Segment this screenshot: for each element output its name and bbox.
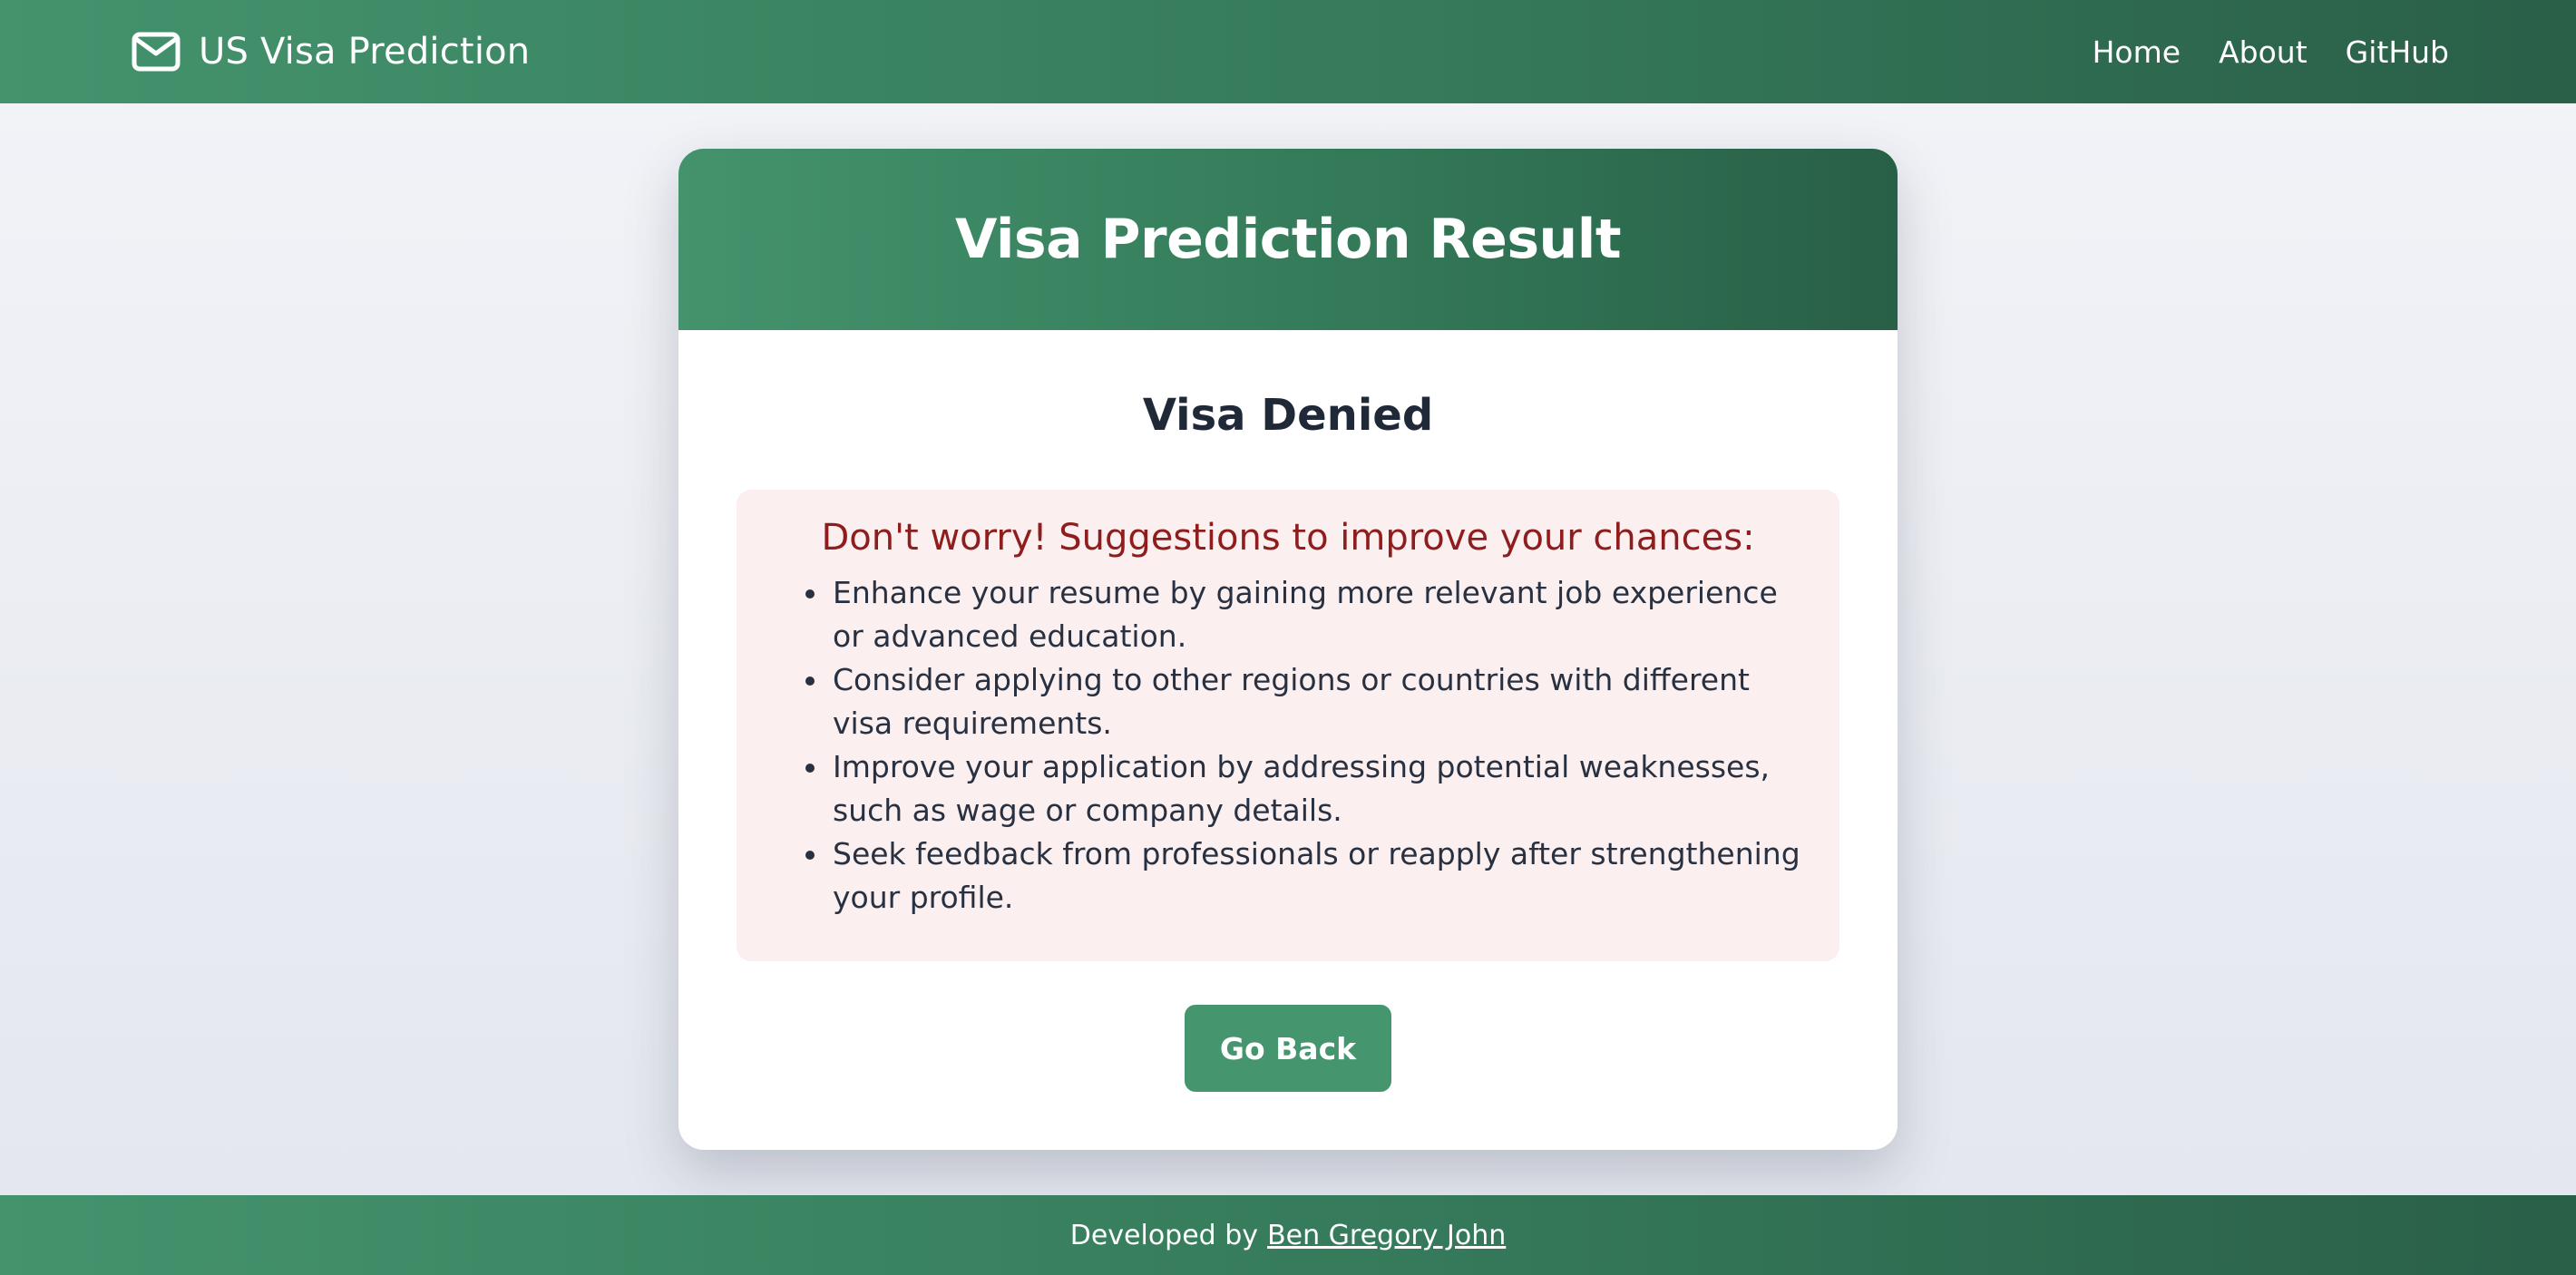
go-back-button[interactable]: Go Back (1185, 1005, 1391, 1092)
brand-title: US Visa Prediction (199, 31, 531, 73)
main-nav: Home About GitHub (2093, 34, 2449, 70)
footer-prefix: Developed by (1069, 1219, 1259, 1251)
envelope-icon (132, 32, 181, 72)
suggestions-list: Enhance your resume by gaining more rele… (769, 571, 1807, 920)
top-navbar: US Visa Prediction Home About GitHub (0, 0, 2576, 103)
nav-github-link[interactable]: GitHub (2346, 34, 2449, 70)
page-footer: Developed by Ben Gregory John (0, 1195, 2576, 1275)
result-card: Visa Prediction Result Visa Denied Don't… (678, 149, 1898, 1150)
nav-home-link[interactable]: Home (2093, 34, 2181, 70)
suggestion-item: Improve your application by addressing p… (802, 745, 1807, 832)
prediction-status: Visa Denied (1142, 390, 1434, 441)
page-title: Visa Prediction Result (954, 208, 1622, 271)
suggestions-title: Don't worry! Suggestions to improve your… (821, 517, 1755, 559)
suggestion-item: Consider applying to other regions or co… (802, 658, 1807, 745)
result-card-header: Visa Prediction Result (678, 149, 1898, 330)
suggestions-panel: Don't worry! Suggestions to improve your… (737, 490, 1839, 961)
brand-link[interactable]: US Visa Prediction (132, 31, 530, 73)
suggestion-item: Enhance your resume by gaining more rele… (802, 571, 1807, 658)
suggestion-item: Seek feedback from professionals or reap… (802, 832, 1807, 920)
nav-about-link[interactable]: About (2219, 34, 2308, 70)
author-link[interactable]: Ben Gregory John (1267, 1220, 1506, 1251)
